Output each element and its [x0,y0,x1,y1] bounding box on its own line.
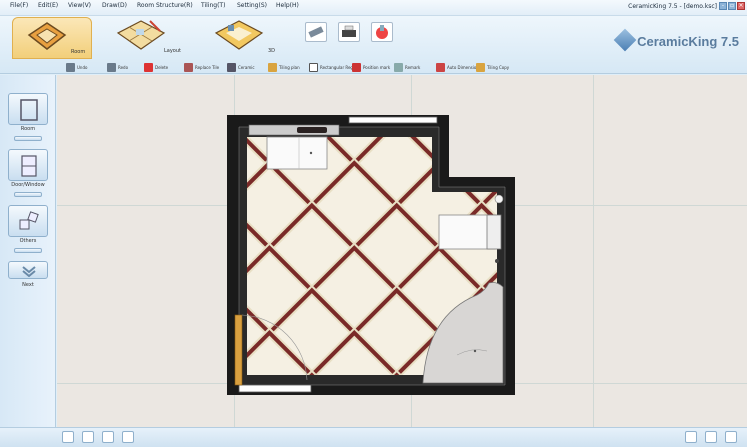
delete-icon [144,62,153,72]
app-logo: CeramicKing 7.5 [637,34,739,49]
vanity-sink [297,127,327,133]
tab-layout[interactable]: Layout [112,17,192,59]
others-icon [19,211,39,230]
position-mark-button[interactable]: Position mark [352,61,390,73]
position-mark-icon [352,62,361,72]
grid-line [593,75,594,427]
ceramic-button[interactable]: Ceramic [227,61,255,73]
undo-button[interactable]: Undo [66,61,87,73]
remark-icon [394,62,403,72]
window [348,116,438,124]
replace-tile-button[interactable]: Replace Tile [184,61,219,73]
window [238,384,312,393]
minimize-button[interactable]: ‑ [719,2,727,10]
door-window-icon [21,155,37,177]
render-button[interactable] [371,22,393,42]
tab-3d-label: 3D [268,48,276,54]
ribbon: Room Layout 3D CeramicKing 7.5 Undo Redo… [0,16,747,74]
menu-setting[interactable]: Setting(S) [237,2,267,9]
next-label: Next [22,282,34,288]
measure-tool-button[interactable] [305,22,327,42]
view-iso-button[interactable] [122,431,134,443]
tiling-copy-icon [476,62,485,72]
view-side-button[interactable] [102,431,114,443]
room-button[interactable] [8,93,48,125]
menu-file[interactable]: File(F) [10,2,28,9]
3d-view-icon [214,20,264,50]
redo-icon [107,62,116,72]
menu-bar: File(F) Edit(E) View(V) Draw(D) Room Str… [0,0,747,16]
tab-room-label: Room [71,49,86,55]
door [234,314,243,386]
menu-draw[interactable]: Draw(D) [102,2,127,9]
washbasin [266,136,328,170]
menu-tiling[interactable]: Tiling(T) [201,2,225,9]
undo-icon [66,62,75,72]
redo-button[interactable]: Redo [107,61,128,73]
view-top-button[interactable] [62,431,74,443]
measure-tool-icon [308,26,324,38]
menu-edit[interactable]: Edit(E) [38,2,58,9]
menu-help[interactable]: Help(H) [276,2,299,9]
pan-button[interactable] [705,431,717,443]
auto-dimension-button[interactable]: Auto Dimension [436,61,479,73]
zoom-fit-button[interactable] [685,431,697,443]
print-icon [342,25,356,37]
next-chevron-icon [22,266,36,277]
close-button[interactable]: × [737,2,745,10]
room-label: Room [20,126,36,132]
window-title: CeramicKing 7.5 - [demo.ksc] [628,3,717,10]
menu-view[interactable]: View(V) [68,2,91,9]
view-front-button[interactable] [82,431,94,443]
delete-button[interactable]: Delete [144,61,168,73]
door-window-label: Door/Window [11,182,45,188]
replace-tile-icon [184,62,193,72]
design-canvas[interactable] [57,75,747,427]
drain [309,151,313,155]
door-window-expand-chevron[interactable] [14,192,42,197]
menu-room-structure[interactable]: Room Structure(R) [137,2,193,9]
tiling-plan-button[interactable]: Tiling plan [268,61,300,73]
tab-room[interactable]: Room [12,17,92,59]
next-button[interactable] [8,261,48,279]
logo-icon [613,28,637,52]
print-button[interactable] [338,22,360,42]
left-panel: Room Door/Window Others Next [0,75,56,427]
tiling-plan-icon [268,62,277,72]
others-expand-chevron[interactable] [14,248,42,253]
door-window-button[interactable] [8,149,48,181]
others-label: Others [19,238,37,244]
tab-layout-label: Layout [164,48,181,54]
remark-button[interactable]: Remark [394,61,420,73]
auto-dimension-icon [436,62,445,72]
layout-tile-icon [116,20,166,50]
room-plan-icon [27,22,67,50]
toilet-tank [486,214,502,250]
rectangular-region-icon [309,62,318,72]
room-icon [20,99,38,121]
tab-3d[interactable]: 3D [210,17,280,59]
tiling-copy-button[interactable]: Tiling Copy [476,61,509,73]
ceramic-icon [227,62,236,72]
room-expand-chevron[interactable] [14,136,42,141]
refresh-button[interactable] [725,431,737,443]
maximize-button[interactable]: ▫ [728,2,736,10]
status-bar [0,427,747,447]
others-button[interactable] [8,205,48,237]
render-icon [376,25,388,39]
floor-plan[interactable] [227,115,517,397]
